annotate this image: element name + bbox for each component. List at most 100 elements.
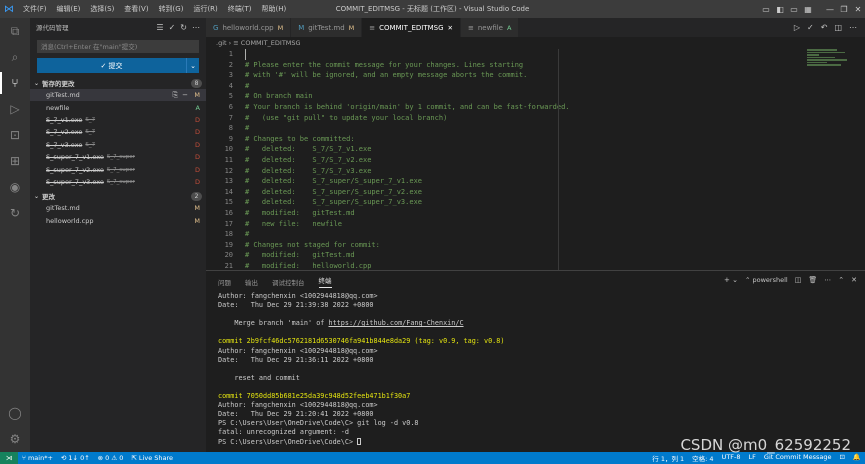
commit-message-input[interactable]: 消息(Ctrl+Enter 在"main"提交) <box>37 40 199 53</box>
menu-go[interactable]: 转到(G) <box>154 0 189 18</box>
staged-changes-header[interactable]: ⌄ 暂存的更改 8 <box>30 77 206 89</box>
extensions-icon[interactable]: ⊞ <box>0 148 30 174</box>
sync-indicator[interactable]: ⟲ 1↓ 0↑ <box>57 454 94 462</box>
file-status: A <box>195 103 200 112</box>
accept-commit-icon[interactable]: ✓ <box>807 23 814 32</box>
github-icon[interactable]: ◉ <box>0 174 30 200</box>
new-terminal-icon[interactable]: + ⌄ <box>724 276 738 284</box>
terminal-shell-selector[interactable]: ⌃ powershell <box>745 276 788 284</box>
unstage-icon[interactable]: − <box>182 91 188 100</box>
file-row[interactable]: S_super_7_v1.exe S_7_super D <box>30 151 206 163</box>
run-debug-icon[interactable]: ▷ <box>0 96 30 122</box>
more-actions-icon[interactable]: ⋯ <box>849 23 857 32</box>
file-row[interactable]: S_super_7_v3.exe S_7_super D <box>30 176 206 188</box>
file-row[interactable]: S_7_v2.exe S_7 D <box>30 126 206 138</box>
toggle-secondary-sidebar-icon[interactable]: ▭ <box>787 5 801 14</box>
live-share-button[interactable]: ⇱ Live Share <box>127 454 177 462</box>
toggle-panel-icon[interactable]: ◧ <box>773 5 787 14</box>
split-editor-icon[interactable]: ◫ <box>834 23 842 32</box>
minimap[interactable] <box>807 49 851 73</box>
terminal-output[interactable]: Author: fangchenxin <1002944818@qq.com> D… <box>206 292 865 447</box>
account-icon[interactable]: ◯ <box>0 400 30 426</box>
view-as-tree-icon[interactable]: ☰ <box>156 23 163 32</box>
remote-indicator-icon[interactable]: ⋊ <box>0 452 18 464</box>
tab-helloworld-cpp[interactable]: G helloworld.cpp M <box>206 18 292 37</box>
refresh-icon[interactable]: ↻ <box>180 23 187 32</box>
file-row[interactable]: S_7_v1.exe S_7 D <box>30 114 206 126</box>
code-line: 5 # On branch main <box>206 91 865 102</box>
more-actions-icon[interactable]: ⋯ <box>192 23 200 32</box>
source-control-icon[interactable]: ⑂ <box>0 70 30 96</box>
tab-gittest-md[interactable]: M gitTest.md M <box>291 18 363 37</box>
code-text: # modified: gitTest.md <box>245 251 355 260</box>
menu-run[interactable]: 运行(R) <box>188 0 222 18</box>
feedback-icon[interactable]: ⊡ <box>835 453 848 463</box>
commit-dropdown-icon[interactable]: ⌄ <box>186 58 199 73</box>
remote-explorer-icon[interactable]: ⊡ <box>0 122 30 148</box>
live-share-icon[interactable]: ↻ <box>0 200 30 226</box>
explorer-icon[interactable]: ⧉ <box>0 18 30 44</box>
menu-selection[interactable]: 选择(S) <box>85 0 119 18</box>
tab-debug-console[interactable]: 调试控制台 <box>272 277 305 287</box>
cursor-position[interactable]: 行 1，列 1 <box>648 453 688 463</box>
menu-edit[interactable]: 编辑(E) <box>52 0 86 18</box>
commit-button-label[interactable]: ✓ 提交 <box>37 58 186 73</box>
code-text: # <box>245 81 250 90</box>
line-ending[interactable]: LF <box>745 453 760 463</box>
customize-layout-icon[interactable]: ▦ <box>801 5 815 14</box>
run-icon[interactable]: ▷ <box>794 23 800 32</box>
maximize-panel-icon[interactable]: ⌃ <box>838 276 844 284</box>
language-mode[interactable]: Git Commit Message <box>760 453 836 463</box>
file-row[interactable]: newfile A <box>30 101 206 113</box>
file-name: helloworld.cpp <box>46 216 94 225</box>
file-row[interactable]: gitTest.md ⎘ − M <box>30 89 206 102</box>
toggle-primary-sidebar-icon[interactable]: ▭ <box>759 5 773 14</box>
tab-status: A <box>507 23 512 32</box>
tab-commit-editmsg[interactable]: ≡ COMMIT_EDITMSG ✕ <box>362 18 461 37</box>
branch-indicator[interactable]: ⑂ main*+ <box>18 454 57 462</box>
file-row[interactable]: S_super_7_v2.exe S_7_super D <box>30 163 206 175</box>
tab-newfile[interactable]: ≡ newfile A <box>460 18 520 37</box>
terminal-text: Date: Thu Dec 29 21:36:11 2022 +0800 <box>218 355 374 364</box>
close-tab-icon[interactable]: ✕ <box>448 24 453 32</box>
discard-icon[interactable]: ↶ <box>821 23 828 32</box>
menu-file[interactable]: 文件(F) <box>18 0 52 18</box>
file-row[interactable]: gitTest.md M <box>30 202 206 214</box>
terminal-text: PS C:\Users\User\OneDrive\Code\C> git lo… <box>218 419 419 428</box>
terminal-text: Date: Thu Dec 29 21:39:38 2022 +0800 <box>218 301 374 310</box>
commit-message-editor[interactable]: 1 2 # Please enter the commit message for … <box>206 49 865 270</box>
open-file-icon[interactable]: ⎘ <box>173 91 179 100</box>
problems-indicator[interactable]: ⊗ 0 ⚠ 0 <box>94 454 128 462</box>
tab-terminal[interactable]: 终端 <box>318 275 332 288</box>
tab-output[interactable]: 输出 <box>245 277 258 287</box>
menu-view[interactable]: 查看(V) <box>119 0 153 18</box>
menu-terminal[interactable]: 终端(T) <box>223 0 257 18</box>
terminal-line: Author: fangchenxin <1002944818@qq.com> <box>218 347 865 356</box>
terminal-link[interactable]: https://github.com/Fang-Chenxin/C <box>329 319 464 327</box>
notifications-icon[interactable]: 🔔 <box>849 453 865 463</box>
menu-help[interactable]: 帮助(H) <box>257 0 292 18</box>
kill-terminal-icon[interactable]: 🗑 <box>808 276 817 284</box>
close-panel-icon[interactable]: ✕ <box>851 276 857 284</box>
restore-button[interactable]: ❐ <box>837 5 851 14</box>
breadcrumb[interactable]: .git › ≡ COMMIT_EDITMSG <box>206 37 865 49</box>
encoding[interactable]: UTF-8 <box>718 453 745 463</box>
commit-check-icon[interactable]: ✓ <box>169 23 176 32</box>
more-actions-icon[interactable]: ⋯ <box>824 276 831 284</box>
close-window-button[interactable]: ✕ <box>851 5 865 14</box>
search-icon[interactable]: ⌕ <box>0 44 30 70</box>
terminal-line: Date: Thu Dec 29 21:20:41 2022 +0800 <box>218 410 865 419</box>
file-status: M <box>194 216 200 225</box>
indentation[interactable]: 空格: 4 <box>688 453 717 463</box>
changes-header[interactable]: ⌄ 更改 2 <box>30 190 206 202</box>
settings-gear-icon[interactable]: ⚙ <box>0 426 30 452</box>
terminal-line: Author: fangchenxin <1002944818@qq.com> <box>218 401 865 410</box>
tab-problems[interactable]: 问题 <box>218 277 231 287</box>
split-terminal-icon[interactable]: ◫ <box>795 276 802 284</box>
minimize-button[interactable]: — <box>823 5 837 14</box>
code-text: # <box>245 230 250 239</box>
editor-tabs: G helloworld.cpp M M gitTest.md M ≡ COMM… <box>206 18 865 37</box>
commit-button[interactable]: ✓ 提交 ⌄ <box>37 58 199 73</box>
file-row[interactable]: S_7_v3.exe S_7 D <box>30 139 206 151</box>
file-row[interactable]: helloworld.cpp M <box>30 215 206 227</box>
